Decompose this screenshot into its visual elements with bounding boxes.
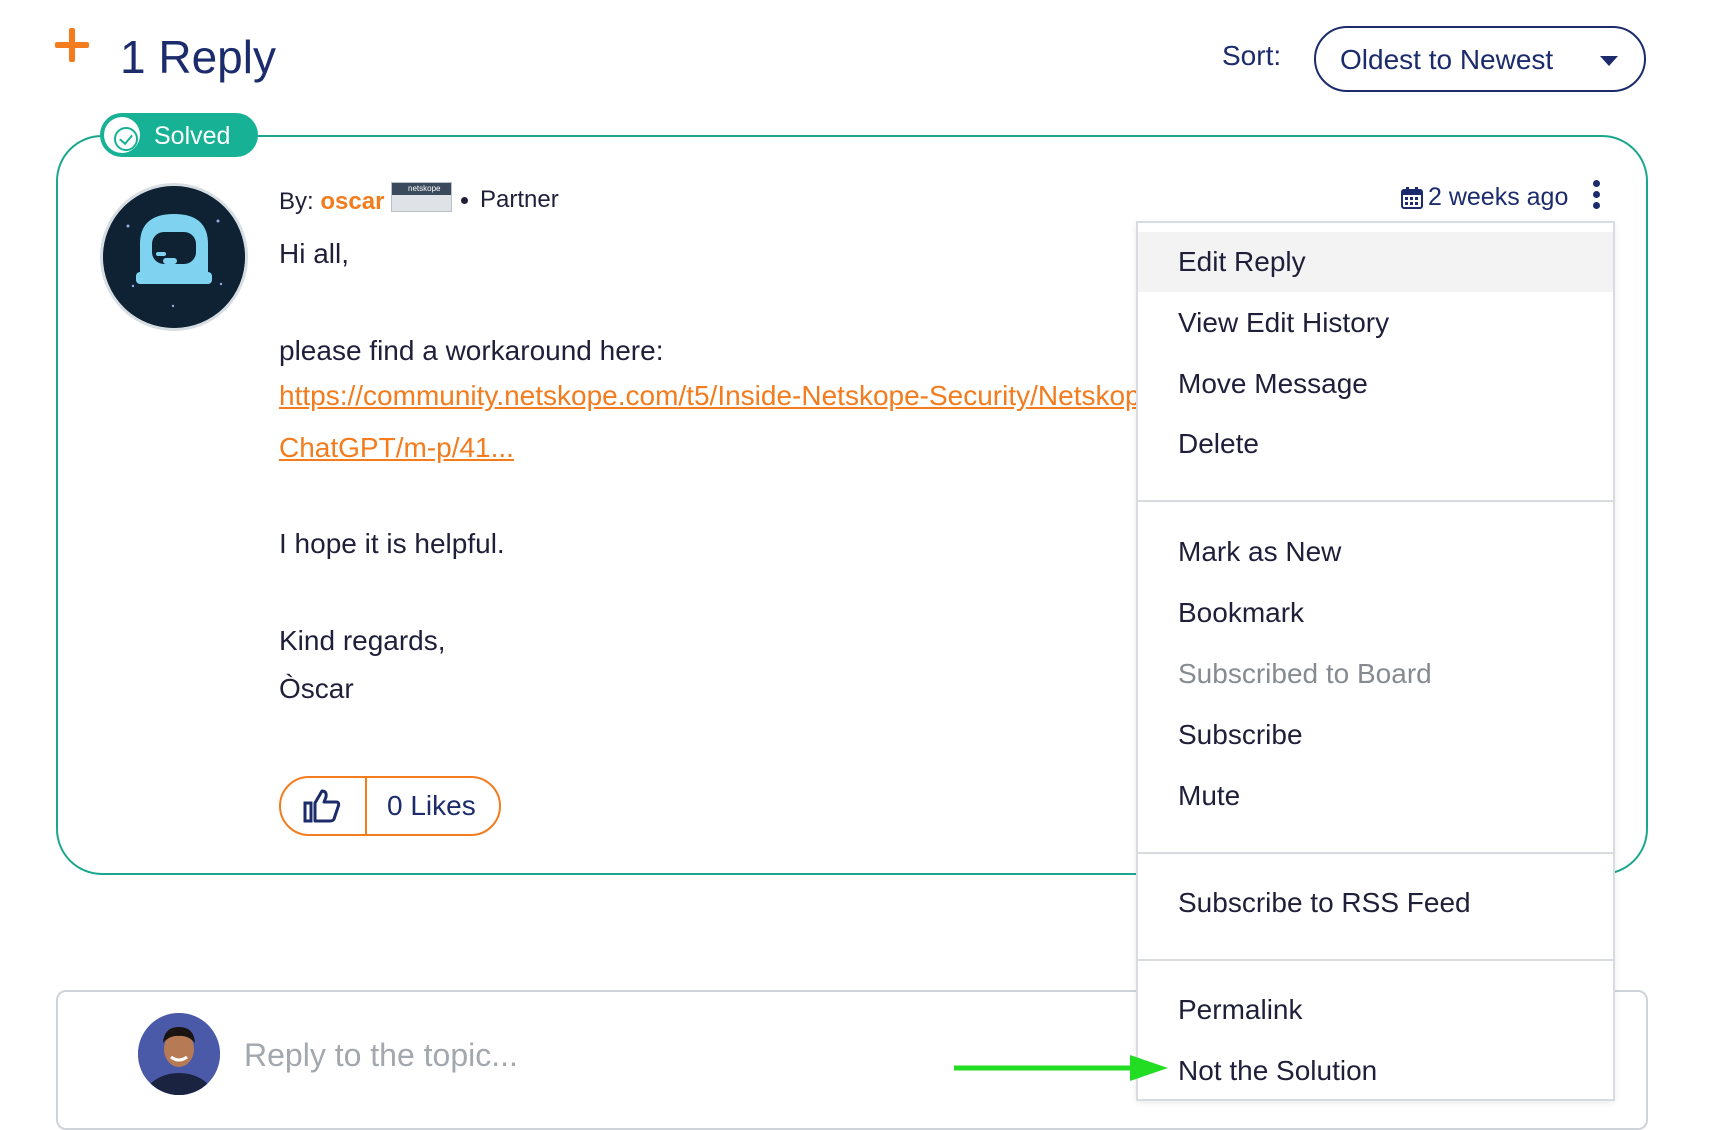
menu-item-edit-reply[interactable]: Edit Reply: [1138, 232, 1613, 292]
menu-item-subscribe-rss[interactable]: Subscribe to RSS Feed: [1138, 873, 1613, 933]
sort-dropdown-value: Oldest to Newest: [1340, 44, 1554, 75]
menu-item-view-edit-history[interactable]: View Edit History: [1138, 293, 1613, 353]
thumbs-up-icon: [303, 789, 341, 823]
partner-logo: netskope: [391, 182, 452, 212]
sort-dropdown[interactable]: Oldest to Newest: [1314, 26, 1646, 92]
menu-item-subscribe[interactable]: Subscribe: [1138, 705, 1613, 765]
like-group: 0 Likes: [279, 776, 501, 836]
astronaut-helmet-icon: [103, 186, 245, 328]
menu-item-permalink[interactable]: Permalink: [1138, 980, 1613, 1040]
plus-icon[interactable]: [52, 26, 92, 66]
partner-rank: Partner: [480, 186, 559, 213]
post-body-regards: Kind regards,: [279, 625, 446, 656]
post-timestamp: 2 weeks ago: [1428, 183, 1569, 211]
solved-badge-label: Solved: [154, 122, 231, 150]
caret-down-icon: [1600, 56, 1618, 66]
workaround-link-continued[interactable]: ChatGPT/m-p/41...: [279, 432, 514, 464]
post-options-menu: Edit Reply View Edit History Move Messag…: [1136, 221, 1615, 1101]
menu-item-subscribed-to-board: Subscribed to Board: [1178, 658, 1432, 689]
calendar-icon: [1401, 187, 1423, 209]
menu-divider: [1138, 959, 1613, 961]
reply-count-heading: 1 Reply: [120, 31, 276, 83]
likes-count[interactable]: 0 Likes: [387, 790, 476, 822]
current-user-avatar: [138, 1013, 220, 1095]
post-body-signature: Òscar: [279, 673, 354, 704]
workaround-link[interactable]: https://community.netskope.com/t5/Inside…: [279, 380, 1137, 412]
like-button[interactable]: [281, 778, 367, 834]
kebab-icon[interactable]: [1590, 180, 1602, 214]
reply-input-placeholder[interactable]: Reply to the topic...: [244, 1037, 518, 1074]
menu-item-move-message[interactable]: Move Message: [1138, 354, 1613, 414]
solved-badge: Solved: [100, 113, 258, 157]
annotation-arrow-icon: [954, 1055, 1168, 1081]
post-body-intro: please find a workaround here:: [279, 335, 664, 366]
author-avatar[interactable]: [100, 183, 248, 331]
sort-label: Sort:: [1222, 40, 1282, 71]
post-body-helpful: I hope it is helpful.: [279, 528, 505, 559]
check-circle-icon: [114, 127, 138, 151]
menu-item-bookmark[interactable]: Bookmark: [1138, 583, 1613, 643]
menu-item-not-the-solution[interactable]: Not the Solution: [1138, 1041, 1613, 1101]
author-link[interactable]: oscar: [320, 188, 384, 215]
menu-item-mute[interactable]: Mute: [1138, 766, 1613, 826]
separator-dot: [461, 197, 468, 204]
user-photo-icon: [138, 1013, 220, 1095]
menu-divider: [1138, 500, 1613, 502]
menu-item-delete[interactable]: Delete: [1138, 414, 1613, 474]
post-link-container: https://community.netskope.com/t5/Inside…: [279, 380, 1137, 418]
post-byline: By: oscar: [279, 188, 385, 215]
menu-divider: [1138, 852, 1613, 854]
post-body-greeting: Hi all,: [279, 238, 350, 269]
menu-item-mark-as-new[interactable]: Mark as New: [1138, 522, 1613, 582]
